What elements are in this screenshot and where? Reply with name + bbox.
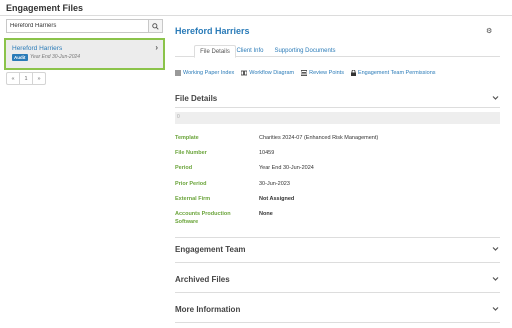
- title-divider: [0, 15, 512, 16]
- gear-icon[interactable]: ⚙: [486, 27, 492, 35]
- section-divider: [175, 107, 500, 108]
- chevron-down-icon: [492, 307, 499, 311]
- section-divider: [175, 262, 500, 263]
- file-details-note: 0: [177, 114, 180, 120]
- workflow-diagram-link[interactable]: Workflow Diagram: [241, 70, 294, 76]
- field-label-accounts-software: Accounts Production Software: [175, 211, 231, 225]
- more-information-title: More Information: [175, 305, 241, 314]
- engagement-team-header[interactable]: Engagement Team: [175, 244, 500, 256]
- working-paper-index-link[interactable]: Working Paper Index: [175, 70, 234, 76]
- pagination: « 1 »: [6, 72, 46, 85]
- field-label-external-firm: External Firm: [175, 196, 211, 202]
- archived-files-header[interactable]: Archived Files: [175, 274, 500, 286]
- engagement-title: Hereford Harriers: [175, 26, 250, 36]
- section-divider: [175, 292, 500, 293]
- section-divider: [175, 237, 500, 238]
- tab-file-details[interactable]: File Details: [194, 45, 236, 58]
- audit-badge: Audit: [12, 54, 28, 61]
- field-label-file-number: File Number: [175, 150, 207, 156]
- file-details-header[interactable]: File Details: [175, 93, 500, 105]
- engagement-team-permissions-label: Engagement Team Permissions: [357, 70, 436, 76]
- chevron-right-icon: ›: [155, 43, 158, 52]
- tab-supporting-documents[interactable]: Supporting Documents: [271, 45, 339, 56]
- working-paper-index-label: Working Paper Index: [183, 70, 235, 76]
- field-label-prior-period: Prior Period: [175, 181, 207, 187]
- archived-files-title: Archived Files: [175, 275, 230, 284]
- field-value-template: Charities 2024-07 (Enhanced Risk Managem…: [259, 135, 379, 141]
- search-icon: [152, 22, 159, 30]
- chevron-down-icon: [492, 247, 499, 251]
- chevron-down-icon: [492, 96, 499, 100]
- field-value-external-firm: Not Assigned: [259, 196, 295, 202]
- more-information-header[interactable]: More Information: [175, 304, 500, 316]
- review-points-link[interactable]: Review Points: [301, 70, 344, 76]
- page-title: Engagement Files: [6, 3, 84, 13]
- pagination-next-button[interactable]: »: [33, 73, 45, 84]
- list-item-period: Year End 30-Jun-2024: [30, 54, 81, 60]
- chevron-down-icon: [492, 277, 499, 281]
- review-points-label: Review Points: [309, 70, 344, 76]
- review-points-icon: [301, 70, 308, 76]
- field-value-file-number: 10459: [259, 150, 275, 156]
- search-box: [6, 19, 163, 33]
- pagination-prev-button[interactable]: «: [7, 73, 20, 84]
- workflow-icon: [241, 70, 248, 76]
- field-value-prior-period: 30-Jun-2023: [259, 181, 290, 187]
- list-icon: [175, 70, 181, 76]
- field-label-period: Period: [175, 165, 193, 171]
- search-button[interactable]: [148, 20, 162, 32]
- lock-icon: [350, 70, 356, 76]
- pagination-page-button[interactable]: 1: [20, 73, 33, 84]
- engagement-team-title: Engagement Team: [175, 245, 246, 254]
- engagement-list-item[interactable]: Hereford Harriers › Audit Year End 30-Ju…: [4, 38, 165, 70]
- file-details-title: File Details: [175, 94, 218, 103]
- section-divider: [175, 322, 500, 323]
- search-input[interactable]: [7, 20, 150, 32]
- engagement-team-permissions-link[interactable]: Engagement Team Permissions: [350, 70, 436, 76]
- field-value-accounts-software: None: [259, 211, 273, 217]
- quick-links: Working Paper Index Workflow Diagram Rev…: [175, 69, 443, 77]
- file-details-bar: 0: [175, 112, 500, 124]
- tab-client-info[interactable]: Client Info: [234, 45, 266, 56]
- workflow-diagram-label: Workflow Diagram: [249, 70, 295, 76]
- field-value-period: Year End 30-Jun-2024: [259, 165, 314, 171]
- list-item-name: Hereford Harriers: [12, 45, 63, 52]
- field-label-template: Template: [175, 135, 199, 141]
